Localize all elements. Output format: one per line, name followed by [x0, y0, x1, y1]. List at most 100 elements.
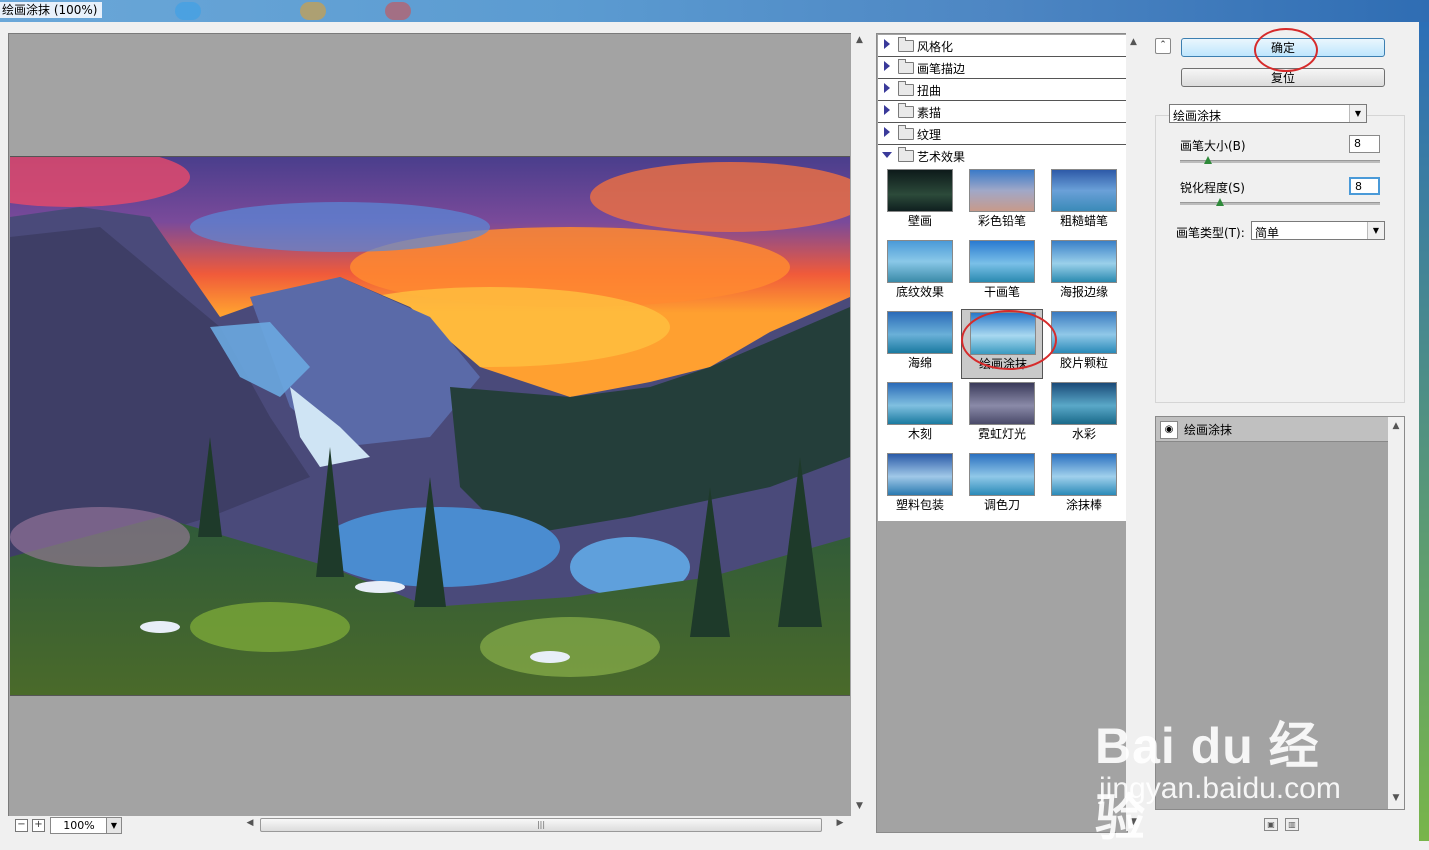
expand-arrow-icon[interactable] — [884, 39, 890, 49]
scroll-down-icon[interactable]: ▼ — [1388, 793, 1404, 803]
scroll-down-icon[interactable]: ▼ — [851, 801, 868, 811]
filter-preview-image — [887, 382, 953, 425]
filter-thumb-smudge-stick[interactable]: 涂抹棒 — [1043, 451, 1125, 521]
filter-label: 海绵 — [907, 356, 932, 370]
filter-label: 干画笔 — [983, 285, 1020, 299]
filter-thumb-fresco[interactable]: 壁画 — [879, 167, 961, 237]
folder-icon — [898, 81, 914, 96]
scroll-thumb[interactable]: ||| — [260, 818, 822, 832]
brush-size-input[interactable]: 8 — [1349, 135, 1380, 153]
filter-gallery: 风格化 画笔描边 扭曲 素描 纹理 艺术效果 壁画 彩色铅笔 粗糙蜡笔 底纹效果… — [876, 33, 1128, 833]
brush-size-label: 画笔大小(B) — [1180, 139, 1246, 153]
scroll-up-icon[interactable]: ▲ — [1126, 37, 1141, 47]
filter-thumb-plastic-wrap[interactable]: 塑料包装 — [879, 451, 961, 521]
expand-arrow-icon[interactable] — [884, 61, 890, 71]
filter-preview-image — [887, 169, 953, 212]
sharpness-input[interactable]: 8 — [1349, 177, 1380, 195]
filter-thumb-neon-glow[interactable]: 霓虹灯光 — [961, 380, 1043, 450]
filter-preview-image — [969, 240, 1035, 283]
category-distort[interactable]: 扭曲 — [878, 79, 1126, 101]
taskbar-decoration — [385, 2, 411, 20]
filter-label: 水彩 — [1071, 427, 1096, 441]
filter-gallery-list: 风格化 画笔描边 扭曲 素描 纹理 艺术效果 壁画 彩色铅笔 粗糙蜡笔 底纹效果… — [878, 35, 1126, 521]
window-title: 绘画涂抹 (100%) — [0, 2, 102, 18]
title-bar: 绘画涂抹 (100%) — [0, 0, 1429, 22]
filter-preview-image — [887, 311, 953, 354]
filter-thumb-underpainting[interactable]: 底纹效果 — [879, 238, 961, 308]
filter-thumb-cutout[interactable]: 木刻 — [879, 380, 961, 450]
scroll-right-icon[interactable]: ▶ — [834, 818, 846, 828]
filter-label: 霓虹灯光 — [977, 427, 1026, 441]
zoom-in-button[interactable]: + — [32, 819, 45, 832]
brush-type-select[interactable]: 简单 ▼ — [1251, 221, 1385, 240]
desktop-edge — [1419, 22, 1429, 841]
category-texture[interactable]: 纹理 — [878, 123, 1126, 145]
filter-preview-image — [1051, 311, 1117, 354]
sharpness-slider[interactable] — [1180, 202, 1380, 205]
category-label: 画笔描边 — [917, 62, 966, 76]
filter-preview-image — [1051, 169, 1117, 212]
category-sketch[interactable]: 素描 — [878, 101, 1126, 123]
filter-label: 粗糙蜡笔 — [1059, 214, 1108, 228]
chevron-down-icon[interactable]: ▼ — [1349, 105, 1366, 122]
filter-label: 涂抹棒 — [1065, 498, 1102, 512]
filter-preview-image — [969, 169, 1035, 212]
filter-label: 海报边缘 — [1059, 285, 1108, 299]
preview-area[interactable] — [8, 33, 852, 817]
folder-icon — [898, 103, 914, 118]
filter-thumb-poster-edges[interactable]: 海报边缘 — [1043, 238, 1125, 308]
expand-arrow-icon[interactable] — [884, 127, 890, 137]
category-artistic[interactable]: 艺术效果 — [878, 145, 1126, 166]
filter-preview-image — [887, 453, 953, 496]
slider-handle[interactable] — [1216, 198, 1224, 206]
effect-layer-row[interactable]: ◉ 绘画涂抹 — [1156, 417, 1388, 442]
filter-preview-image — [969, 453, 1035, 496]
filter-preview-image — [887, 240, 953, 283]
scroll-left-icon[interactable]: ◀ — [244, 818, 256, 828]
category-label: 艺术效果 — [917, 150, 966, 164]
collapse-gallery-icon[interactable]: ⌃ — [1155, 38, 1171, 54]
filter-label: 彩色铅笔 — [977, 214, 1026, 228]
scroll-up-icon[interactable]: ▲ — [1388, 421, 1404, 431]
watermark: Bai du 经验 jingyan.baidu.com — [1095, 690, 1355, 846]
category-brush-strokes[interactable]: 画笔描边 — [878, 57, 1126, 79]
expand-arrow-icon[interactable] — [884, 83, 890, 93]
filter-thumb-dry-brush[interactable]: 干画笔 — [961, 238, 1043, 308]
filter-thumb-watercolor[interactable]: 水彩 — [1043, 380, 1125, 450]
scroll-up-icon[interactable]: ▲ — [851, 35, 868, 45]
filter-select-value: 绘画涂抹 — [1173, 109, 1222, 123]
preview-vertical-scrollbar[interactable]: ▲ ▼ — [851, 33, 868, 816]
layers-vertical-scrollbar[interactable]: ▲ ▼ — [1388, 417, 1404, 809]
category-label: 纹理 — [917, 128, 942, 142]
zoom-dropdown-icon[interactable]: ▼ — [106, 817, 122, 834]
annotation-circle-filter — [961, 310, 1057, 370]
watermark-url: jingyan.baidu.com — [1099, 772, 1341, 805]
filter-thumb-palette-knife[interactable]: 调色刀 — [961, 451, 1043, 521]
zoom-out-button[interactable]: − — [15, 819, 28, 832]
chevron-down-icon[interactable]: ▼ — [1367, 222, 1384, 239]
category-stylize[interactable]: 风格化 — [878, 35, 1126, 57]
filter-label: 木刻 — [907, 427, 932, 441]
filter-label: 胶片颗粒 — [1059, 356, 1108, 370]
filter-thumb-colored-pencil[interactable]: 彩色铅笔 — [961, 167, 1043, 237]
collapse-arrow-icon[interactable] — [882, 152, 892, 158]
filter-thumb-rough-pastels[interactable]: 粗糙蜡笔 — [1043, 167, 1125, 237]
brush-type-value: 简单 — [1255, 226, 1280, 240]
filter-label: 底纹效果 — [895, 285, 944, 299]
folder-icon — [898, 125, 914, 140]
filter-thumb-sponge[interactable]: 海绵 — [879, 309, 961, 379]
filter-select[interactable]: 绘画涂抹 ▼ — [1169, 104, 1367, 123]
eye-icon[interactable]: ◉ — [1160, 421, 1178, 439]
folder-icon — [898, 59, 914, 74]
filter-label: 调色刀 — [983, 498, 1020, 512]
filter-preview-image — [1051, 240, 1117, 283]
folder-icon — [898, 37, 914, 52]
brush-type-label: 画笔类型(T): — [1176, 226, 1245, 240]
preview-image — [10, 156, 850, 696]
zoom-level-field[interactable]: 100% — [50, 817, 108, 834]
preview-horizontal-scrollbar[interactable]: ◀ ||| ▶ — [244, 818, 848, 832]
category-label: 扭曲 — [917, 84, 942, 98]
taskbar-decoration — [300, 2, 326, 20]
slider-handle[interactable] — [1204, 156, 1212, 164]
expand-arrow-icon[interactable] — [884, 105, 890, 115]
